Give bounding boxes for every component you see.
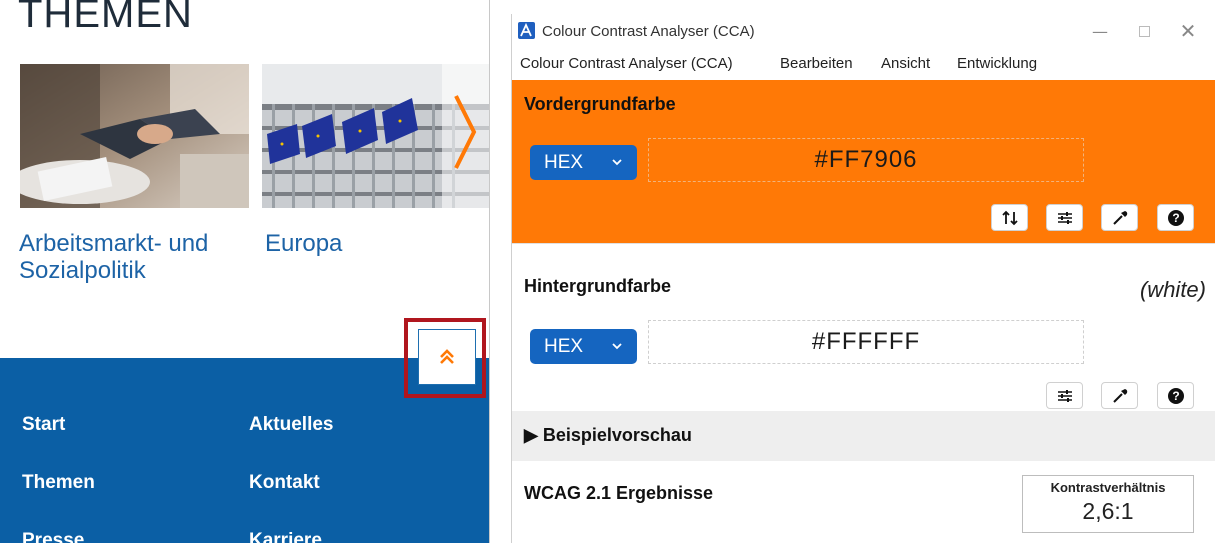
background-heading: Hintergrundfarbe — [524, 276, 672, 296]
footer-link-aktuelles[interactable]: Aktuelles — [249, 414, 333, 436]
menu-cca[interactable]: Colour Contrast Analyser (CCA) — [520, 55, 733, 72]
section-title: THEMEN — [18, 0, 193, 36]
format-label: HEX — [544, 151, 584, 173]
background-color-name: (white) — [1139, 277, 1206, 302]
contrast-ratio-value: 2,6:1 — [1082, 498, 1134, 524]
foreground-panel: Vordergrundfarbe HEX #FF7906 ? — [512, 80, 1215, 243]
menu-bearbeiten[interactable]: Bearbeiten — [780, 55, 853, 72]
chevron-down-icon — [612, 159, 622, 166]
triangle-right-icon: ▶ — [524, 425, 538, 445]
background-eyedropper-button[interactable] — [1101, 382, 1138, 409]
foreground-eyedropper-button[interactable] — [1101, 204, 1138, 231]
footer-link-presse[interactable]: Presse — [22, 530, 84, 543]
swap-icon — [1001, 210, 1018, 225]
background-sliders-button[interactable] — [1046, 382, 1083, 409]
footer-link-start[interactable]: Start — [22, 414, 65, 436]
preview-toggle[interactable]: ▶ Beispielvorschau — [512, 411, 1215, 461]
highlight-frame — [404, 318, 486, 398]
chevron-down-icon — [612, 343, 622, 350]
preview-label-text: Beispielvorschau — [542, 425, 692, 445]
help-icon: ? — [1167, 209, 1184, 226]
contrast-ratio-box: Kontrastverhältnis 2,6:1 — [1022, 475, 1194, 533]
foreground-hex-input[interactable]: #FF7906 — [648, 138, 1084, 182]
help-icon: ? — [1167, 387, 1184, 404]
carousel-next-icon[interactable] — [450, 92, 480, 172]
sliders-icon — [1057, 211, 1072, 224]
minimize-button[interactable]: — — [1080, 18, 1120, 44]
window-title: Colour Contrast Analyser (CCA) — [542, 23, 755, 40]
eyedropper-icon — [1112, 210, 1127, 225]
topic-label-labour[interactable]: Arbeitsmarkt- und Sozialpolitik — [19, 230, 249, 284]
foreground-sliders-button[interactable] — [1046, 204, 1083, 231]
menu-entwicklung[interactable]: Entwicklung — [957, 55, 1037, 72]
maximize-button[interactable] — [1124, 18, 1164, 44]
website-panel: THEMEN Arbeitsmarkt- und Sozialpolitik E… — [0, 0, 490, 543]
preview-label: ▶ Beispielvorschau — [524, 425, 692, 446]
background-format-select[interactable]: HEX — [530, 329, 637, 364]
footer-link-themen[interactable]: Themen — [22, 472, 95, 494]
sliders-icon — [1057, 389, 1072, 402]
topic-label-europe[interactable]: Europa — [265, 230, 342, 257]
cca-window: Colour Contrast Analyser (CCA) — ✕ Colou… — [511, 14, 1215, 543]
swap-colors-button[interactable] — [991, 204, 1028, 231]
svg-text:?: ? — [1172, 389, 1179, 403]
divider — [489, 0, 490, 543]
format-label: HEX — [544, 335, 584, 357]
foreground-format-select[interactable]: HEX — [530, 145, 637, 180]
topic-image-labour[interactable] — [20, 64, 249, 208]
background-hex-input[interactable]: #FFFFFF — [648, 320, 1084, 364]
app-icon — [518, 22, 535, 39]
contrast-ratio-label: Kontrastverhältnis — [1050, 480, 1166, 495]
menu-bar: Colour Contrast Analyser (CCA) Bearbeite… — [512, 52, 1215, 76]
menu-ansicht[interactable]: Ansicht — [881, 55, 930, 72]
results-section: WCAG 2.1 Ergebnisse Kontrastverhältnis 2… — [512, 461, 1215, 543]
eyedropper-icon — [1112, 388, 1127, 403]
background-help-button[interactable]: ? — [1157, 382, 1194, 409]
background-panel: Hintergrundfarbe (white) HEX #FFFFFF ? — [512, 243, 1215, 411]
foreground-heading: Vordergrundfarbe — [524, 94, 676, 114]
results-title: WCAG 2.1 Ergebnisse — [524, 483, 714, 503]
footer-link-karriere[interactable]: Karriere — [249, 530, 322, 543]
foreground-help-button[interactable]: ? — [1157, 204, 1194, 231]
svg-text:?: ? — [1172, 211, 1179, 225]
title-bar[interactable]: Colour Contrast Analyser (CCA) — ✕ — [512, 14, 1215, 46]
handshake-photo — [20, 64, 249, 208]
close-button[interactable]: ✕ — [1168, 18, 1208, 44]
footer-link-kontakt[interactable]: Kontakt — [249, 472, 320, 494]
